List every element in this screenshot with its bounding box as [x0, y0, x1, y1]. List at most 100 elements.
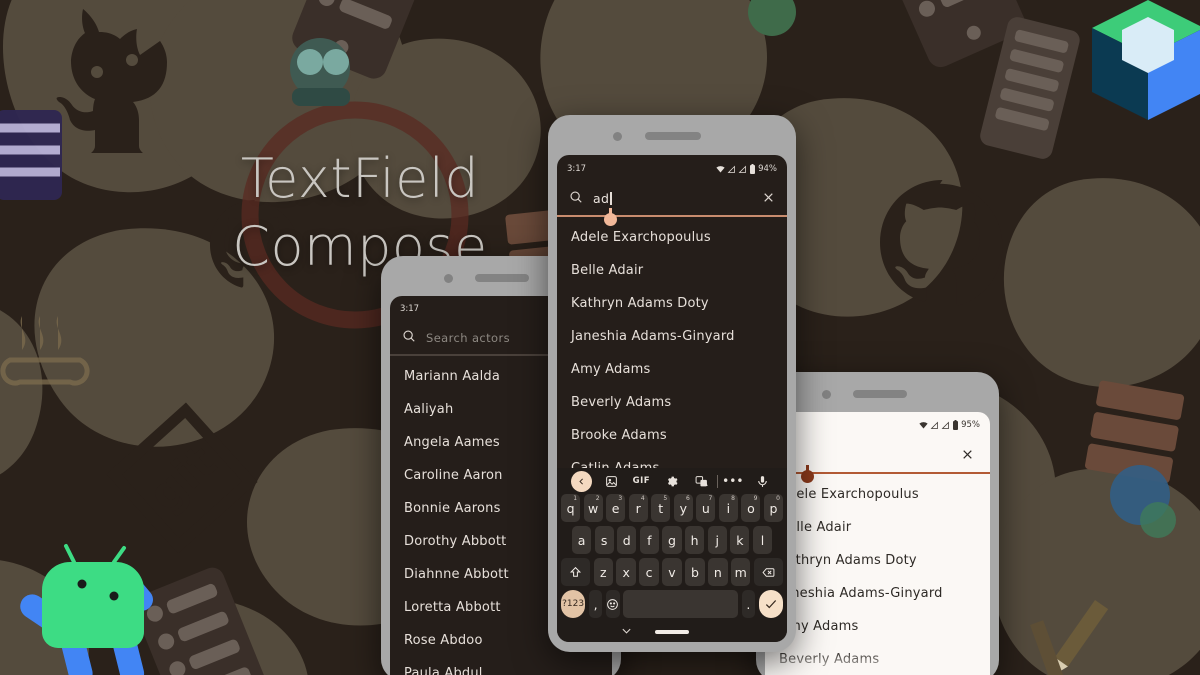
keyboard-row-2[interactable]: asdfghjkl: [561, 526, 783, 554]
list-item[interactable]: Paula Abdul: [390, 657, 612, 675]
more-options-icon[interactable]: •••: [718, 475, 748, 487]
center-status-icons: 94%: [716, 164, 777, 174]
search-icon: [569, 189, 583, 208]
list-item[interactable]: Belle Adair: [557, 254, 787, 287]
keyboard-toolbar[interactable]: GIF A •••: [557, 468, 787, 494]
right-search-bar[interactable]: ad: [765, 438, 990, 472]
key-d[interactable]: d: [617, 526, 637, 554]
screenshot-root: g i t TextField Compose 3:17 Search actors…: [0, 0, 1200, 675]
home-indicator[interactable]: [655, 630, 689, 634]
list-item[interactable]: Janeshia Adams-Ginyard: [765, 577, 990, 610]
key-j[interactable]: j: [707, 526, 727, 554]
list-item[interactable]: Kathryn Adams Doty: [765, 544, 990, 577]
period-key[interactable]: .: [741, 590, 756, 618]
soft-keyboard[interactable]: GIF A ••• 1 q 2 w 3 e 4 r 5 t 6 y 7 u 8 …: [557, 468, 787, 642]
right-battery-percent: 95%: [961, 420, 980, 430]
key-v[interactable]: v: [662, 558, 682, 586]
list-item[interactable]: Brooke Adams: [557, 419, 787, 452]
key-k[interactable]: k: [730, 526, 750, 554]
center-results-list[interactable]: Adele Exarchopoulus Belle Adair Kathryn Ad…: [557, 217, 787, 485]
key-q[interactable]: 1q: [561, 494, 581, 522]
key-c[interactable]: c: [639, 558, 659, 586]
shift-key[interactable]: [560, 558, 591, 586]
key-e[interactable]: 3e: [606, 494, 626, 522]
key-x[interactable]: x: [616, 558, 636, 586]
key-label: i: [726, 500, 731, 516]
key-u[interactable]: 7u: [696, 494, 716, 522]
key-label: r: [635, 500, 641, 516]
comma-key[interactable]: ,: [588, 590, 603, 618]
key-number: 0: [776, 495, 780, 502]
list-item[interactable]: Amy Adams: [557, 353, 787, 386]
list-item[interactable]: Amy Adams: [765, 610, 990, 643]
gif-icon[interactable]: GIF: [626, 476, 656, 486]
back-chevron-icon[interactable]: [566, 470, 596, 492]
settings-gear-icon[interactable]: [656, 475, 686, 488]
emoji-key[interactable]: [605, 590, 620, 618]
key-number: 6: [685, 495, 690, 502]
key-t[interactable]: 5t: [651, 494, 671, 522]
signal-icon: [930, 421, 938, 429]
key-number: 4: [640, 495, 645, 502]
key-b[interactable]: b: [685, 558, 705, 586]
key-label: u: [701, 500, 710, 516]
key-w[interactable]: 2w: [583, 494, 603, 522]
keyboard-row-1[interactable]: 1q2w3e4r5t6y7u8i9o0p: [561, 494, 783, 522]
key-z[interactable]: z: [593, 558, 613, 586]
key-h[interactable]: h: [685, 526, 705, 554]
right-search-underline: [765, 465, 990, 483]
back-chevron-pill[interactable]: [570, 470, 592, 492]
key-label: t: [658, 500, 664, 516]
center-status-bar: 3:17 94%: [557, 160, 787, 178]
center-search-value: ad: [593, 190, 610, 206]
key-number: 3: [618, 495, 623, 502]
key-f[interactable]: f: [639, 526, 659, 554]
key-p[interactable]: 0p: [763, 494, 783, 522]
list-item[interactable]: Belle Adair: [765, 511, 990, 544]
key-label: q: [566, 500, 575, 516]
list-item[interactable]: Janeshia Adams-Ginyard: [557, 320, 787, 353]
close-icon[interactable]: [961, 446, 978, 465]
list-item[interactable]: Kathryn Adams Doty: [557, 287, 787, 320]
key-number: 2: [595, 495, 600, 502]
left-search-placeholder: Search actors: [426, 330, 510, 345]
key-y[interactable]: 6y: [673, 494, 693, 522]
sticker-icon[interactable]: [596, 475, 626, 488]
backspace-key[interactable]: [753, 558, 784, 586]
key-m[interactable]: m: [731, 558, 751, 586]
speaker-grille: [853, 390, 907, 398]
list-item[interactable]: Adele Exarchopoulus: [765, 478, 990, 511]
key-l[interactable]: l: [752, 526, 772, 554]
system-navigation-bar[interactable]: [557, 622, 787, 642]
enter-key[interactable]: [758, 590, 783, 618]
hide-keyboard-icon[interactable]: [621, 627, 632, 638]
key-number: 8: [731, 495, 735, 502]
space-key[interactable]: [623, 590, 739, 618]
center-search-input[interactable]: ad: [593, 191, 752, 206]
text-cursor-handle[interactable]: [800, 465, 814, 483]
list-item[interactable]: Beverly Adams: [557, 386, 787, 419]
battery-icon: [750, 164, 756, 174]
right-status-bar: 95%: [765, 416, 990, 434]
front-camera-icon: [613, 132, 622, 141]
key-r[interactable]: 4r: [628, 494, 648, 522]
list-item[interactable]: Adele Exarchopoulus: [557, 221, 787, 254]
right-results-list[interactable]: Adele Exarchopoulus Belle Adair Kathryn Ad…: [765, 474, 990, 675]
close-icon[interactable]: [762, 189, 775, 208]
translate-icon[interactable]: A: [687, 475, 717, 488]
center-phone-screen: 3:17 94% ad Adele Exarchopoulus Belle Ad…: [557, 155, 787, 642]
battery-icon: [953, 420, 959, 430]
key-n[interactable]: n: [708, 558, 728, 586]
key-a[interactable]: a: [572, 526, 592, 554]
key-i[interactable]: 8i: [718, 494, 738, 522]
key-g[interactable]: g: [662, 526, 682, 554]
center-search-bar[interactable]: ad: [557, 181, 787, 215]
microphone-icon[interactable]: [748, 475, 778, 488]
symbols-key[interactable]: ?123: [561, 590, 586, 618]
key-s[interactable]: s: [594, 526, 614, 554]
keyboard-row-4[interactable]: ?123 , .: [561, 590, 783, 618]
keyboard-row-3[interactable]: zxcvbnm: [560, 558, 784, 586]
key-number: 9: [753, 495, 758, 502]
key-o[interactable]: 9o: [741, 494, 761, 522]
text-cursor-handle[interactable]: [603, 208, 617, 226]
